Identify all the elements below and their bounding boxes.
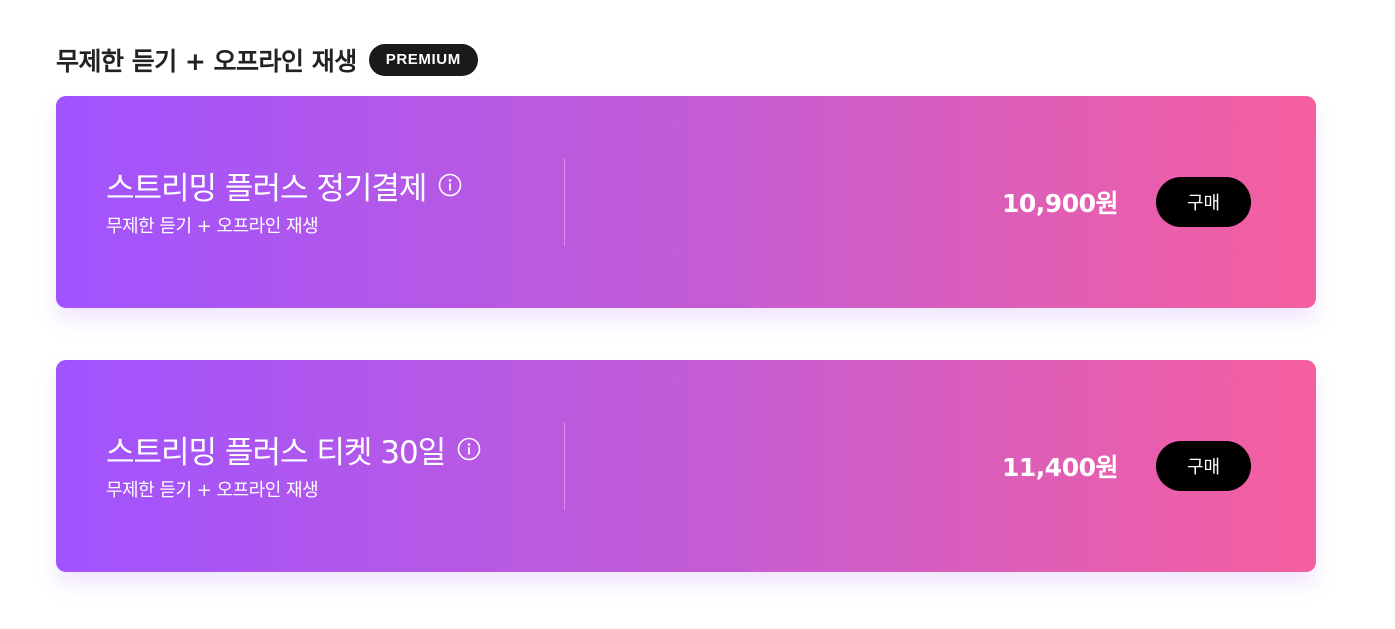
- divider: [564, 158, 565, 246]
- section-header: 무제한 듣기 + 오프라인 재생 PREMIUM: [56, 40, 478, 80]
- info-icon[interactable]: [457, 437, 481, 461]
- buy-button[interactable]: 구매: [1156, 177, 1251, 227]
- info-icon[interactable]: [438, 173, 462, 197]
- plan-description: 무제한 듣기 + 오프라인 재생: [106, 480, 319, 501]
- buy-button[interactable]: 구매: [1156, 441, 1251, 491]
- plan-card-subscription: 스트리밍 플러스 정기결제 무제한 듣기 + 오프라인 재생 10,900원 구…: [56, 96, 1316, 308]
- plan-name: 스트리밍 플러스 정기결제: [106, 170, 427, 207]
- plan-info: 스트리밍 플러스 티켓 30일 무제한 듣기 + 오프라인 재생: [106, 428, 481, 502]
- divider: [564, 422, 565, 510]
- premium-badge: PREMIUM: [368, 44, 478, 76]
- plan-name: 스트리밍 플러스 티켓 30일: [106, 434, 446, 471]
- plan-price: 11,400원: [1002, 453, 1118, 482]
- section-title: 무제한 듣기 + 오프라인 재생: [56, 47, 357, 76]
- plan-description: 무제한 듣기 + 오프라인 재생: [106, 216, 319, 237]
- plan-price: 10,900원: [1002, 189, 1118, 218]
- plan-name-row: 스트리밍 플러스 정기결제: [106, 164, 462, 207]
- plan-name-row: 스트리밍 플러스 티켓 30일: [106, 428, 481, 471]
- plan-card-ticket: 스트리밍 플러스 티켓 30일 무제한 듣기 + 오프라인 재생 11,400원…: [56, 360, 1316, 572]
- plan-info: 스트리밍 플러스 정기결제 무제한 듣기 + 오프라인 재생: [106, 164, 462, 238]
